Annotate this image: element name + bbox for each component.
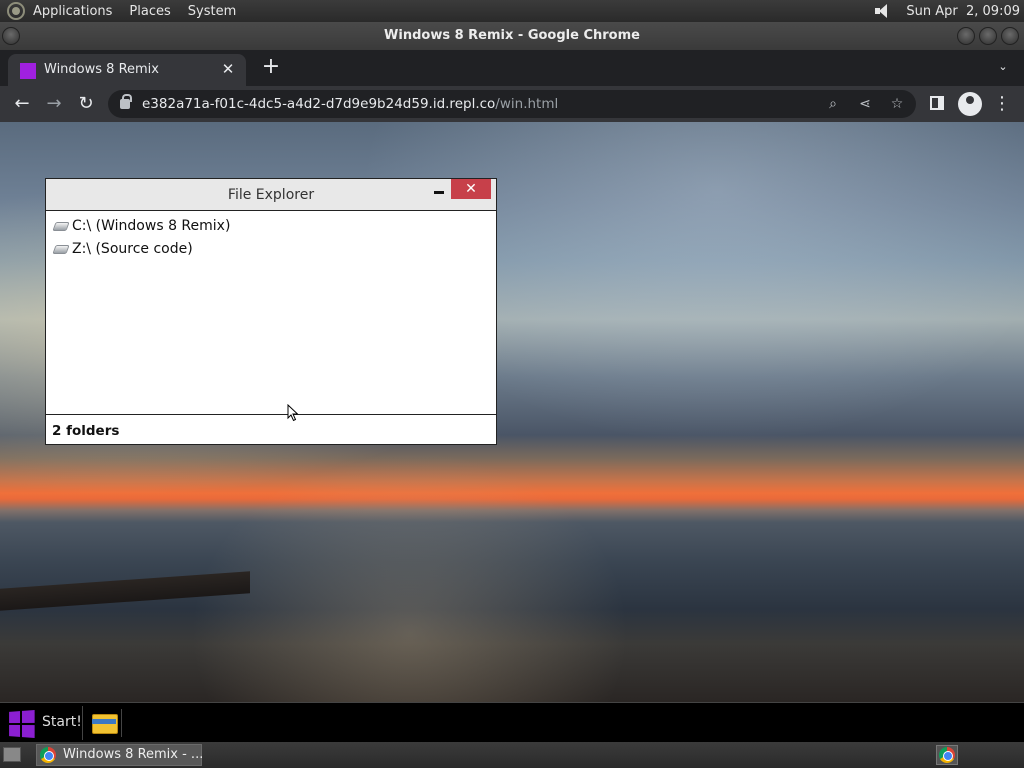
menu-system[interactable]: System [188, 4, 236, 19]
chrome-icon [939, 747, 955, 763]
maximize-window-icon[interactable] [979, 27, 997, 45]
windows-logo-icon [9, 710, 35, 738]
list-item-label: Z:\ (Source code) [72, 241, 193, 257]
top-panel: Applications Places System Sun Apr 2, 09… [0, 0, 1024, 22]
tab-label: Windows 8 Remix [44, 62, 159, 77]
zoom-icon[interactable]: ⌕ [823, 94, 843, 114]
bottom-panel: Windows 8 Remix - ... [0, 742, 1024, 768]
gnome-foot-icon[interactable] [7, 2, 25, 20]
show-desktop-icon[interactable] [3, 747, 21, 762]
minimize-icon[interactable] [432, 183, 446, 197]
list-item-label: C:\ (Windows 8 Remix) [72, 218, 231, 234]
w8-taskbar: Start! [0, 702, 1024, 742]
start-label: Start! [42, 714, 82, 730]
desktop-wallpaper[interactable]: File Explorer ✕ C:\ (Windows 8 Remix) Z:… [0, 122, 1024, 702]
side-panel-icon[interactable] [930, 96, 944, 110]
taskbar-window-button[interactable]: Windows 8 Remix - ... [36, 744, 204, 766]
chrome-icon [40, 747, 56, 763]
file-explorer-title: File Explorer [227, 187, 315, 203]
share-icon[interactable]: ⋖ [855, 94, 875, 114]
taskbar-window-label: Windows 8 Remix - ... [63, 747, 204, 762]
minimize-window-icon[interactable] [957, 27, 975, 45]
drive-icon [52, 244, 70, 254]
profile-avatar-icon[interactable] [958, 92, 982, 116]
file-explorer-titlebar[interactable]: File Explorer ✕ [46, 179, 496, 211]
panel-clock[interactable]: Sun Apr 2, 09:09 [906, 4, 1020, 19]
lock-icon[interactable] [120, 94, 132, 109]
tab-windows-8-remix[interactable]: Windows 8 Remix ✕ [8, 54, 246, 86]
drive-icon [52, 221, 70, 231]
chrome-menu-icon[interactable]: ⋮ [990, 92, 1014, 116]
file-explorer-window: File Explorer ✕ C:\ (Windows 8 Remix) Z:… [45, 178, 497, 445]
tab-close-icon[interactable]: ✕ [218, 59, 238, 79]
reload-icon[interactable]: ↻ [74, 92, 98, 116]
tab-favicon-icon [20, 63, 36, 79]
file-explorer-folder-icon[interactable] [88, 709, 122, 737]
start-button[interactable]: Start! [2, 706, 83, 740]
workspace-switcher[interactable] [936, 745, 958, 765]
window-title: Windows 8 Remix - Google Chrome [384, 28, 640, 43]
browser-toolbar: ← → ↻ e382a71a-f01c-4dc5-a4d2-d7d9e9b24d… [0, 86, 1024, 122]
file-explorer-list: C:\ (Windows 8 Remix) Z:\ (Source code) [46, 212, 496, 414]
bookmark-star-icon[interactable]: ☆ [887, 94, 907, 114]
new-tab-icon[interactable]: + [259, 56, 283, 80]
speaker-icon[interactable] [874, 3, 892, 19]
menu-places[interactable]: Places [129, 4, 170, 19]
tab-search-chevron-icon[interactable]: ⌄ [996, 60, 1010, 74]
close-button[interactable]: ✕ [451, 179, 491, 199]
close-window-icon[interactable] [1001, 27, 1019, 45]
list-item-drive-c[interactable]: C:\ (Windows 8 Remix) [52, 216, 231, 236]
tab-strip: Windows 8 Remix ✕ + ⌄ [0, 50, 1024, 86]
status-bar: 2 folders [46, 414, 496, 445]
panel-tray: Sun Apr 2, 09:09 [874, 0, 1020, 22]
list-item-drive-z[interactable]: Z:\ (Source code) [52, 239, 193, 259]
forward-arrow-icon[interactable]: → [42, 92, 66, 116]
address-bar[interactable]: e382a71a-f01c-4dc5-a4d2-d7d9e9b24d59.id.… [108, 90, 916, 118]
mouse-cursor-icon [287, 404, 299, 422]
window-title-bar[interactable]: Windows 8 Remix - Google Chrome [0, 22, 1024, 50]
back-arrow-icon[interactable]: ← [10, 92, 34, 116]
url-text[interactable]: e382a71a-f01c-4dc5-a4d2-d7d9e9b24d59.id.… [142, 96, 558, 112]
menu-applications[interactable]: Applications [33, 4, 112, 19]
